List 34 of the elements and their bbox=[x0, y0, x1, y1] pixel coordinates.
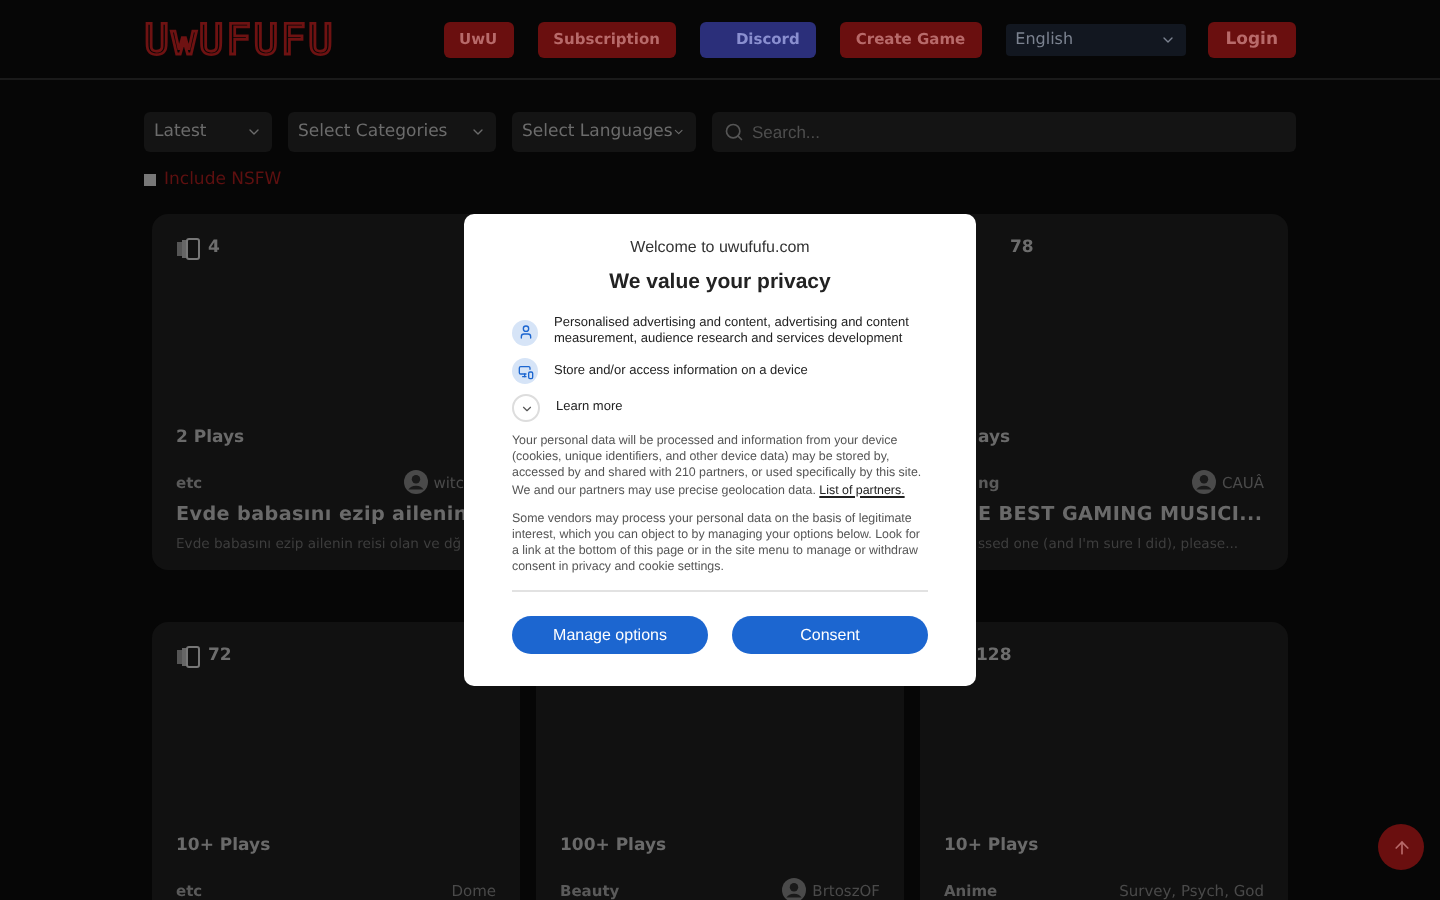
consent-button[interactable]: Consent bbox=[732, 615, 928, 654]
category-select[interactable]: Select Categories bbox=[288, 112, 496, 152]
card-title: E BEST GAMING MUSICI... bbox=[978, 504, 1264, 526]
device-icon bbox=[512, 358, 538, 384]
item-count: 72 bbox=[208, 646, 232, 666]
dialog-welcome: Welcome to uwufufu.com bbox=[628, 238, 812, 256]
play-count: ays bbox=[978, 428, 1013, 448]
search-field[interactable]: Search... bbox=[712, 112, 1296, 152]
person-icon bbox=[512, 319, 538, 345]
back-to-top-button[interactable] bbox=[1378, 824, 1424, 870]
login-button[interactable]: Login bbox=[1207, 21, 1296, 57]
card-title: Evde babasını ezip ailenin bbox=[176, 504, 464, 526]
chevron-down-icon bbox=[246, 124, 262, 140]
item-count: 78 bbox=[1010, 238, 1034, 258]
arrow-up-icon bbox=[1391, 837, 1411, 857]
expand-icon[interactable] bbox=[512, 394, 540, 422]
play-count: 2 Plays bbox=[176, 428, 247, 448]
dialog-title: We value your privacy bbox=[607, 270, 833, 294]
nsfw-checkbox[interactable] bbox=[144, 174, 156, 186]
language-select[interactable]: English bbox=[1005, 23, 1186, 55]
item-count: 4 bbox=[208, 238, 220, 258]
avatar-icon bbox=[403, 470, 428, 494]
manage-options-button[interactable]: Manage options bbox=[512, 615, 708, 654]
chevron-down-icon bbox=[470, 124, 486, 140]
nsfw-label: Include NSFW bbox=[164, 170, 282, 190]
chevron-down-icon bbox=[672, 124, 686, 140]
play-count: 10+ Plays bbox=[944, 836, 1041, 856]
sort-select[interactable]: Latest bbox=[144, 112, 272, 152]
avatar-icon bbox=[1192, 470, 1216, 494]
play-count: 100+ Plays bbox=[560, 836, 669, 856]
play-count: 10+ Plays bbox=[176, 836, 273, 856]
search-icon bbox=[724, 122, 744, 142]
language-filter[interactable]: Select Languages bbox=[512, 112, 696, 152]
item-count: 128 bbox=[976, 646, 1012, 666]
